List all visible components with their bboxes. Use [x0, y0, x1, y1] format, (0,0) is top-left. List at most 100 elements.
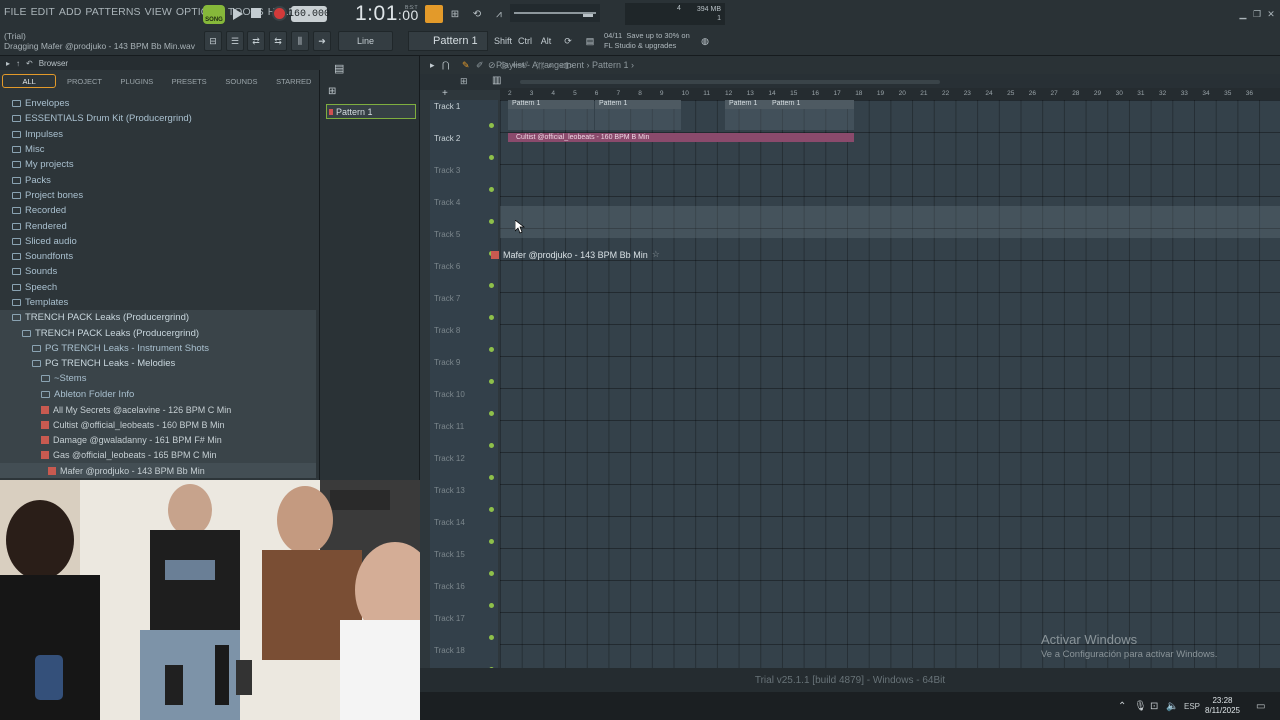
track-enable-led[interactable] — [489, 283, 494, 288]
alt-key[interactable]: Alt — [537, 31, 555, 51]
browser-item[interactable]: TRENCH PACK Leaks (Producergrind) — [0, 325, 316, 341]
timeline-ruler[interactable]: 2 3 4 5 6 7 8 9 10 11 12 13 14 15 16 17 18 19 20 21 22 23 24 25… — [500, 88, 1280, 100]
track-header[interactable]: Track 4 — [430, 196, 498, 228]
track-enable-led[interactable] — [489, 475, 494, 480]
browser-item[interactable]: Envelopes — [0, 96, 316, 111]
arrow-up-icon[interactable]: ↑ — [16, 59, 20, 68]
pattern-clip[interactable]: Pattern 1 — [595, 100, 681, 130]
browser-item[interactable]: Packs — [0, 172, 316, 187]
track-header[interactable]: Track 1 — [430, 100, 498, 132]
shift-key[interactable]: Shift — [492, 31, 514, 51]
browser-item[interactable]: Damage @gwaladanny - 161 BPM F# Min — [0, 432, 316, 448]
tool-icon-3[interactable]: ⇄ — [247, 31, 265, 51]
track-enable-led[interactable] — [489, 187, 494, 192]
track-enable-led[interactable] — [489, 411, 494, 416]
browser-item[interactable]: Rendered — [0, 218, 316, 233]
browser-item[interactable]: All My Secrets @acelavine - 126 BPM C Mi… — [0, 401, 316, 418]
track-header[interactable]: Track 11 — [430, 420, 498, 452]
browser-item[interactable]: Project bones — [0, 188, 316, 203]
magnet-icon[interactable]: ⋂ — [442, 60, 449, 71]
piano-icon[interactable]: ▥ — [492, 75, 501, 86]
zoom-icon[interactable]: ⊞ — [460, 76, 468, 87]
notifications-icon[interactable]: ▭ — [1256, 701, 1265, 712]
horizontal-scrollbar[interactable] — [520, 80, 940, 84]
track-header[interactable]: Track 7 — [430, 292, 498, 324]
track-header[interactable]: Track 2 — [430, 132, 498, 164]
add-track-icon[interactable]: + — [442, 88, 448, 99]
browser-item[interactable]: Soundfonts — [0, 249, 316, 264]
menu-patterns[interactable]: PATTERNS — [85, 6, 140, 18]
record-icon[interactable] — [272, 6, 287, 21]
browser-item[interactable]: ESSENTIALS Drum Kit (Producergrind) — [0, 111, 316, 126]
browser-item[interactable]: PG TRENCH Leaks - Melodies — [0, 356, 316, 372]
browser-item[interactable]: Cultist @official_leobeats - 160 BPM B M… — [0, 417, 316, 433]
pattern-list-icon[interactable]: ⊞ — [328, 86, 336, 97]
track-enable-led[interactable] — [489, 443, 494, 448]
track-enable-led[interactable] — [489, 155, 494, 160]
tab-starred[interactable]: STARRED — [268, 72, 320, 90]
options-arrow-icon[interactable]: ▸ — [430, 60, 435, 71]
tool-icon-1[interactable]: ⊟ — [204, 31, 222, 51]
ctrl-key[interactable]: Ctrl — [515, 31, 535, 51]
browser-item[interactable]: Templates — [0, 295, 316, 310]
browser-item[interactable]: Sounds — [0, 264, 316, 279]
browser-item[interactable]: ~Stems — [0, 371, 316, 387]
menu-edit[interactable]: EDIT — [31, 6, 55, 18]
step-edit-icon[interactable]: ⊞ — [447, 7, 463, 21]
stop-icon[interactable] — [251, 8, 261, 18]
cart-icon[interactable]: ▤ — [581, 31, 599, 51]
browser-item[interactable]: TRENCH PACK Leaks (Producergrind) — [0, 310, 316, 326]
arrow-right-icon[interactable]: ▸ — [6, 59, 10, 68]
minimize-icon[interactable]: ▁ — [1238, 9, 1248, 19]
menu-file[interactable]: FILE — [4, 6, 27, 18]
pattern-selector[interactable]: Pattern 1 — [408, 31, 488, 51]
picker-icon[interactable]: ▤ — [334, 62, 344, 75]
countdown-icon[interactable]: ⟲ — [469, 7, 485, 21]
metronome-icon[interactable]: ⩘ — [491, 7, 507, 21]
track-enable-led[interactable] — [489, 219, 494, 224]
chevron-up-icon[interactable]: ⌃ — [1118, 701, 1126, 712]
track-enable-led[interactable] — [489, 571, 494, 576]
tab-sounds[interactable]: SOUNDS — [215, 72, 267, 90]
volume-icon[interactable]: 🔈 — [1166, 701, 1178, 712]
track-enable-led[interactable] — [489, 315, 494, 320]
arrow-icon[interactable]: ➜ — [313, 31, 331, 51]
browser-item[interactable]: Mafer @prodjuko - 143 BPM Bb Min — [0, 463, 316, 479]
track-header[interactable]: Track 17 — [430, 612, 498, 644]
tab-plugins[interactable]: PLUGINS — [111, 72, 163, 90]
menu-view[interactable]: VIEW — [145, 6, 172, 18]
browser-item[interactable]: Recorded — [0, 203, 316, 218]
pattern-song-icon[interactable] — [425, 5, 443, 23]
browser-item[interactable]: My projects — [0, 157, 316, 172]
menu-add[interactable]: ADD — [59, 6, 81, 18]
track-header[interactable]: Track 3 — [430, 164, 498, 196]
browser-item[interactable]: Misc — [0, 142, 316, 157]
browser-item[interactable]: Gas @official_leobeats - 165 BPM C Min — [0, 447, 316, 464]
system-clock[interactable]: 23:28 8/11/2025 — [1205, 696, 1240, 716]
track-enable-led[interactable] — [489, 539, 494, 544]
language-indicator[interactable]: ESP — [1184, 702, 1200, 711]
arrangement-grid[interactable] — [500, 100, 1280, 668]
restore-icon[interactable]: ❐ — [1252, 9, 1262, 19]
song-mode-toggle[interactable]: SONG — [203, 5, 225, 24]
tempo-display[interactable]: 160.000 — [288, 6, 330, 22]
undo-icon[interactable]: ↶ — [26, 59, 33, 68]
browser-item[interactable]: PG TRENCH Leaks - Instrument Shots — [0, 340, 316, 357]
browser-item[interactable]: Sliced audio — [0, 234, 316, 249]
track-header[interactable]: Track 14 — [430, 516, 498, 548]
track-header[interactable]: Track 16 — [430, 580, 498, 612]
tab-presets[interactable]: PRESETS — [163, 72, 215, 90]
track-enable-led[interactable] — [489, 635, 494, 640]
pattern-clip[interactable]: Pattern 1 — [768, 100, 854, 130]
track-header[interactable]: Track 6 — [430, 260, 498, 292]
track-enable-led[interactable] — [489, 379, 494, 384]
pattern-clip[interactable]: Pattern 1 — [725, 100, 768, 130]
browser-item[interactable]: Speech — [0, 280, 316, 295]
browser-item[interactable]: Ableton Folder Info — [0, 386, 316, 402]
mixer-icon[interactable]: ⫼ — [291, 31, 309, 51]
track-header[interactable]: Track 8 — [430, 324, 498, 356]
paint-tool-icon[interactable]: ✐ — [476, 60, 484, 71]
track-header[interactable]: Track 15 — [430, 548, 498, 580]
track-header[interactable]: Track 13 — [430, 484, 498, 516]
microphone-icon[interactable]: 🎙 — [1134, 701, 1147, 712]
